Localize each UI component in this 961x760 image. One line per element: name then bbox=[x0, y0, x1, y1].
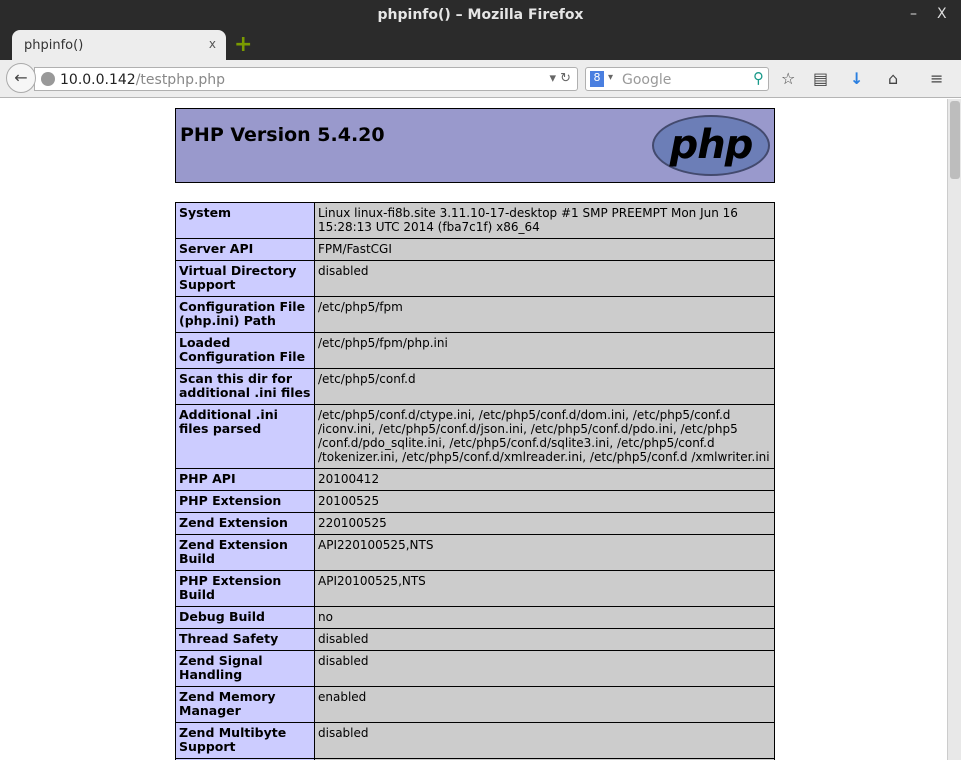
table-row: Zend Extension 220100525 bbox=[175, 512, 775, 535]
row-label: Zend Signal Handling bbox=[175, 650, 315, 687]
downloads-icon[interactable]: ↓ bbox=[850, 69, 863, 88]
table-row: Scan this dir for additional .ini files /… bbox=[175, 368, 775, 405]
row-value: FPM/FastCGI bbox=[314, 238, 775, 261]
table-row: Virtual Directory Support disabled bbox=[175, 260, 775, 297]
row-value: /etc/php5/fpm bbox=[314, 296, 775, 333]
table-row: Zend Signal Handling disabled bbox=[175, 650, 775, 687]
table-row: Additional .ini files parsed/etc/php5/co… bbox=[175, 404, 775, 469]
row-label: PHP Extension Build bbox=[175, 570, 315, 607]
table-row: Zend Memory Manager enabled bbox=[175, 686, 775, 723]
row-label: Virtual Directory Support bbox=[175, 260, 315, 297]
table-row: Zend Extension Build API220100525,NTS bbox=[175, 534, 775, 571]
row-label: Thread Safety bbox=[175, 628, 315, 651]
vertical-scrollbar[interactable] bbox=[947, 99, 961, 760]
search-placeholder: Google bbox=[622, 72, 672, 88]
minimize-button[interactable]: – bbox=[910, 6, 917, 22]
row-value: 20100525 bbox=[314, 490, 775, 513]
row-label: PHP API bbox=[175, 468, 315, 491]
row-label: Scan this dir for additional .ini files bbox=[175, 368, 315, 405]
page-title: PHP Version 5.4.20 bbox=[180, 124, 385, 146]
row-value: disabled bbox=[314, 722, 775, 759]
row-label: Zend Extension bbox=[175, 512, 315, 535]
row-value: 220100525 bbox=[314, 512, 775, 535]
row-value: 20100412 bbox=[314, 468, 775, 491]
row-label: Zend Extension Build bbox=[175, 534, 315, 571]
bookmark-star-icon[interactable]: ☆ bbox=[781, 69, 795, 88]
new-tab-button[interactable]: + bbox=[234, 32, 252, 57]
table-row: Debug Build no bbox=[175, 606, 775, 629]
table-row: Zend Multibyte Support disabled bbox=[175, 722, 775, 759]
row-label: Zend Multibyte Support bbox=[175, 722, 315, 759]
row-label: Loaded Configuration File bbox=[175, 332, 315, 369]
row-label: System bbox=[175, 202, 315, 239]
row-label: Server API bbox=[175, 238, 315, 261]
row-value: /etc/php5/conf.d/ctype.ini, /etc/php5/co… bbox=[314, 404, 775, 469]
bookmarks-list-icon[interactable]: ▤ bbox=[813, 69, 828, 88]
window-titlebar: phpinfo() – Mozilla Firefox – X phpinfo(… bbox=[0, 0, 961, 62]
window-title: phpinfo() – Mozilla Firefox bbox=[377, 7, 584, 23]
php-version-header: PHP Version 5.4.20 php bbox=[175, 108, 775, 183]
row-value: /etc/php5/conf.d bbox=[314, 368, 775, 405]
row-label: Additional .ini files parsed bbox=[175, 404, 315, 469]
google-engine-icon[interactable]: 8 bbox=[590, 71, 604, 87]
tab-label: phpinfo() bbox=[24, 38, 84, 53]
row-value: no bbox=[314, 606, 775, 629]
menu-icon[interactable]: ≡ bbox=[930, 69, 943, 88]
table-row: Loaded Configuration File/etc/php5/fpm/p… bbox=[175, 332, 775, 369]
url-host: 10.0.0.142 bbox=[60, 72, 136, 88]
table-row: PHP API 20100412 bbox=[175, 468, 775, 491]
globe-icon bbox=[41, 72, 55, 86]
row-label: Configuration File (php.ini) Path bbox=[175, 296, 315, 333]
table-row: Configuration File (php.ini) Path/etc/ph… bbox=[175, 296, 775, 333]
row-value: disabled bbox=[314, 628, 775, 651]
search-icon[interactable]: ⚲ bbox=[753, 69, 764, 87]
row-value: Linux linux-fi8b.site 3.11.10-17-desktop… bbox=[314, 202, 775, 239]
table-row: Thread Safety disabled bbox=[175, 628, 775, 651]
back-button[interactable]: ← bbox=[6, 63, 36, 93]
engine-dropdown-icon[interactable]: ▾ bbox=[608, 72, 613, 83]
row-value: /etc/php5/fpm/php.ini bbox=[314, 332, 775, 369]
search-input[interactable]: 8 ▾ Google ⚲ bbox=[585, 67, 769, 91]
row-value: API220100525,NTS bbox=[314, 534, 775, 571]
php-logo: php bbox=[652, 115, 770, 176]
row-value: API20100525,NTS bbox=[314, 570, 775, 607]
url-path: /testphp.php bbox=[135, 72, 226, 88]
navigation-toolbar: 10.0.0.142/testphp.php ▾ ↻ ← 8 ▾ Google … bbox=[0, 60, 961, 98]
row-value: disabled bbox=[314, 650, 775, 687]
close-tab-icon[interactable]: x bbox=[209, 37, 216, 51]
page-content: PHP Version 5.4.20 php System Linux linux… bbox=[0, 99, 947, 760]
php-info-table: System Linux linux-fi8b.site 3.11.10-17-d… bbox=[175, 202, 775, 760]
table-row: Server API FPM/FastCGI bbox=[175, 238, 775, 261]
scrollbar-thumb[interactable] bbox=[950, 101, 960, 179]
tab-phpinfo[interactable]: phpinfo() x bbox=[12, 30, 226, 62]
table-row: PHP Extension 20100525 bbox=[175, 490, 775, 513]
row-value: enabled bbox=[314, 686, 775, 723]
row-label: Zend Memory Manager bbox=[175, 686, 315, 723]
table-row: PHP Extension Build API20100525,NTS bbox=[175, 570, 775, 607]
url-bar[interactable]: 10.0.0.142/testphp.php ▾ ↻ bbox=[34, 67, 578, 91]
close-window-button[interactable]: X bbox=[937, 6, 947, 22]
table-row: System Linux linux-fi8b.site 3.11.10-17-d… bbox=[175, 202, 775, 239]
reload-icon[interactable]: ▾ ↻ bbox=[549, 71, 571, 86]
home-icon[interactable]: ⌂ bbox=[888, 69, 898, 88]
row-label: PHP Extension bbox=[175, 490, 315, 513]
row-value: disabled bbox=[314, 260, 775, 297]
row-label: Debug Build bbox=[175, 606, 315, 629]
